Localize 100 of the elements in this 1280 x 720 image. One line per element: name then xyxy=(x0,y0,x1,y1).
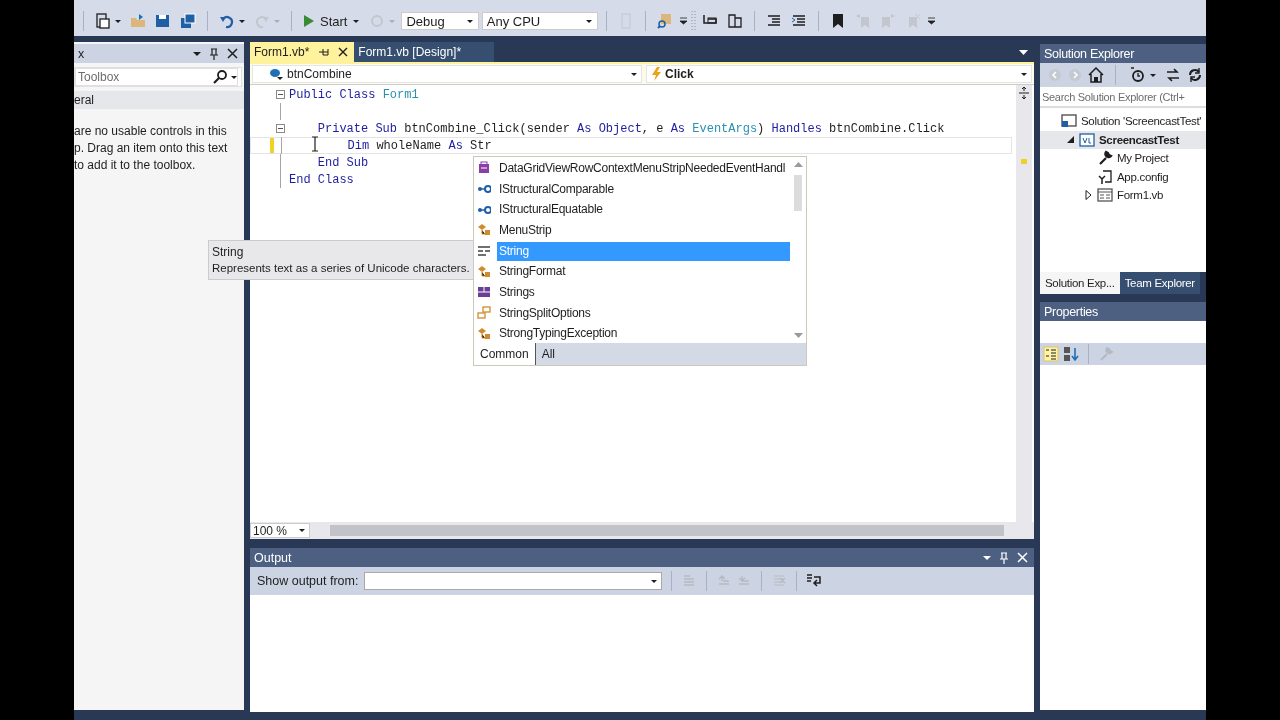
lines-icon xyxy=(477,244,491,259)
horizontal-scrollbar[interactable] xyxy=(330,525,1004,536)
tree-item[interactable]: Solution 'ScreencastTest' xyxy=(1040,112,1206,131)
caret-icon[interactable] xyxy=(115,19,121,23)
wrench-icon xyxy=(1097,150,1113,167)
lines-icon[interactable] xyxy=(766,13,783,29)
vertical-scrollbar[interactable] xyxy=(1016,85,1032,522)
class-icon xyxy=(477,326,491,341)
tree-item[interactable]: App.config xyxy=(1040,167,1206,186)
zoom-dropdown[interactable]: 100 % xyxy=(250,523,310,538)
refresh-icon[interactable] xyxy=(1187,67,1203,83)
text-cursor-icon xyxy=(311,136,319,152)
solution-icon xyxy=(1061,113,1077,130)
collapse-icon[interactable] xyxy=(275,90,285,99)
filter-tab[interactable]: All xyxy=(535,343,562,365)
config-file-icon xyxy=(1097,168,1113,185)
class-icon xyxy=(477,264,491,279)
toolbox-group[interactable]: eral xyxy=(74,91,244,109)
caret-icon[interactable] xyxy=(651,579,658,583)
dropdown[interactable]: Any CPU xyxy=(481,12,599,30)
field-label: Show output from: xyxy=(257,574,359,588)
change-marker xyxy=(1021,159,1027,164)
sort-alphabetical-icon[interactable] xyxy=(1063,346,1079,362)
overflow-icon[interactable] xyxy=(927,17,937,25)
collapsed-arrow-icon[interactable] xyxy=(1085,190,1092,201)
caret-icon[interactable] xyxy=(1150,73,1156,77)
dropdown[interactable]: Debug xyxy=(401,12,479,30)
pin-icon[interactable] xyxy=(209,47,219,60)
open-folder-icon[interactable] xyxy=(130,13,146,29)
play-icon xyxy=(304,15,314,27)
module-icon xyxy=(477,285,491,300)
completion-item[interactable]: MenuStrip xyxy=(497,220,790,240)
caret-icon[interactable] xyxy=(239,19,245,23)
project-icon xyxy=(1079,131,1095,148)
search-field[interactable]: Toolbox xyxy=(75,68,238,86)
form-icon xyxy=(1097,187,1113,204)
home-icon[interactable] xyxy=(1088,67,1104,83)
lines-icon[interactable] xyxy=(791,13,808,29)
object-icon xyxy=(269,68,283,80)
dropdown-icon[interactable] xyxy=(193,51,201,56)
tree-item[interactable]: Form1.vb xyxy=(1040,186,1206,205)
split-icon[interactable] xyxy=(1018,87,1030,99)
expanded-arrow-icon[interactable] xyxy=(1067,136,1074,144)
lightning-icon xyxy=(651,67,661,81)
scroll-down-icon[interactable] xyxy=(793,333,803,338)
completion-item[interactable]: StringSplitOptions xyxy=(497,303,790,323)
caret-icon[interactable] xyxy=(631,72,637,76)
code-line: Dim wholeName As Str xyxy=(346,138,492,153)
close-icon[interactable] xyxy=(338,47,349,57)
tree-item[interactable]: ScreencastTest xyxy=(1040,130,1206,149)
collapse-icon[interactable] xyxy=(275,124,285,133)
pin-icon[interactable] xyxy=(318,47,330,57)
event-dropdown[interactable]: Click xyxy=(646,65,1032,83)
sync-icon[interactable] xyxy=(1165,67,1181,83)
completion-item[interactable]: DataGridViewRowContextMenuStripNeededEventHandl xyxy=(497,158,790,178)
enum-icon xyxy=(477,306,491,321)
code-line: Private Sub btnCombine_Click(sender As Object, e As EventArgs) Handles btnCombine.Click xyxy=(316,121,945,136)
panel-title: Solution Explorer xyxy=(1044,46,1135,61)
overflow-icon[interactable] xyxy=(679,17,689,25)
caret-icon[interactable] xyxy=(353,19,360,23)
panel-title: Properties xyxy=(1044,304,1098,319)
filter-tab[interactable]: Common xyxy=(474,343,536,365)
caret-icon[interactable] xyxy=(586,19,593,23)
completion-item[interactable]: IStructuralEquatable xyxy=(497,200,790,220)
completion-item[interactable]: StringFormat xyxy=(497,262,790,282)
tree-item[interactable]: My Project xyxy=(1040,149,1206,168)
new-project-icon[interactable] xyxy=(95,13,111,29)
dropdown-icon[interactable] xyxy=(983,555,991,560)
document-tab[interactable]: Form1.vb [Design]* xyxy=(354,42,495,62)
find-in-files-icon[interactable] xyxy=(657,13,674,29)
categorized-icon[interactable] xyxy=(1043,346,1059,362)
undo-icon[interactable] xyxy=(219,13,235,29)
caret-icon[interactable] xyxy=(1021,72,1027,76)
grip-icon[interactable] xyxy=(691,10,697,32)
columns-icon[interactable] xyxy=(727,13,744,29)
completion-item[interactable]: StrongTypingException xyxy=(497,324,790,343)
class-icon xyxy=(477,223,491,238)
completion-item[interactable]: Strings xyxy=(497,282,790,302)
code-line: End Sub xyxy=(316,155,369,170)
start-button[interactable]: Start xyxy=(300,11,364,31)
panel-tab[interactable]: Solution Exp... xyxy=(1040,272,1120,294)
document-tab[interactable]: Form1.vb* xyxy=(250,42,355,62)
object-dropdown[interactable]: btnCombine xyxy=(252,65,642,83)
history-icon[interactable] xyxy=(1130,67,1146,83)
code-line: End Class xyxy=(288,172,354,187)
panel-title: Output xyxy=(254,550,292,565)
save-icon[interactable] xyxy=(155,13,171,29)
caret-icon[interactable] xyxy=(231,75,237,79)
save-all-icon[interactable] xyxy=(180,13,196,29)
dropdown-icon[interactable] xyxy=(1019,49,1028,55)
panel-tab[interactable]: Team Explorer xyxy=(1119,272,1200,294)
scroll-thumb[interactable] xyxy=(794,175,802,211)
caret-icon[interactable] xyxy=(466,19,473,23)
close-icon[interactable] xyxy=(227,48,238,59)
search-icon[interactable] xyxy=(213,70,227,84)
tooltip-title: String xyxy=(212,244,245,260)
scroll-up-icon[interactable] xyxy=(793,162,803,167)
completion-item[interactable]: IStructuralComparable xyxy=(497,179,790,199)
word-wrap-icon[interactable] xyxy=(806,573,823,589)
caret-icon[interactable] xyxy=(299,529,305,532)
